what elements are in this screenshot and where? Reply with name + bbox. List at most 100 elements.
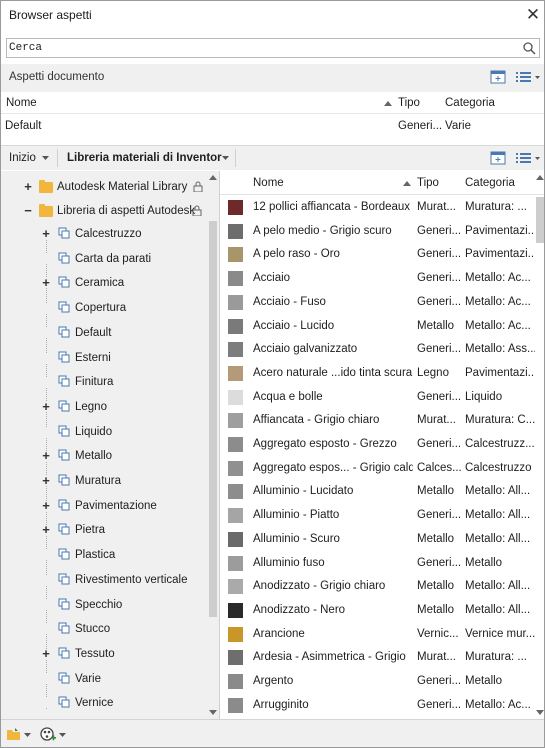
tree-category-node[interactable]: Vernice (1, 695, 207, 717)
material-list: 12 pollici affiancata - Bordeaux Murat...… (220, 171, 544, 719)
expander-icon[interactable] (41, 624, 51, 635)
tree-category-node[interactable]: + Pietra (1, 522, 207, 544)
tree-category-node[interactable]: Stucco (1, 621, 207, 643)
column-header-type[interactable]: Tipo (417, 177, 439, 189)
add-material-icon[interactable] (40, 726, 57, 743)
expander-icon[interactable] (41, 426, 51, 437)
list-item[interactable]: Arrugginito Generi... Metallo: Ac... (220, 694, 536, 718)
list-item[interactable]: Acciaio - Lucido Metallo Metallo: Ac... (220, 315, 536, 339)
open-library-icon[interactable] (6, 727, 22, 742)
close-icon[interactable]: ✕ (523, 5, 543, 25)
chevron-down-icon[interactable] (222, 156, 229, 161)
list-item[interactable]: Acciaio galvanizzato Generi... Metallo: As… (220, 338, 536, 362)
search-input[interactable] (9, 40, 509, 56)
create-appearance-icon[interactable] (490, 151, 506, 165)
tree-category-node[interactable]: Default (1, 325, 207, 347)
expander-icon[interactable]: + (41, 474, 51, 487)
tree-category-node[interactable]: + Ceramica (1, 275, 207, 297)
tree-category-node[interactable]: + Muratura (1, 473, 207, 495)
expander-icon[interactable] (41, 303, 51, 314)
list-scrollbar[interactable] (535, 195, 544, 717)
expander-icon[interactable] (41, 698, 51, 709)
list-item[interactable]: A pelo raso - Oro Generi... Pavimentazi... (220, 243, 536, 267)
list-item[interactable]: Ardesia - Asimmetrica - Grigio Murat... Mu… (220, 646, 536, 670)
tree-category-node[interactable]: + Calcestruzzo (1, 226, 207, 248)
list-item[interactable]: Alluminio - Piatto Generi... Metallo: All.… (220, 504, 536, 528)
list-item[interactable]: Acero naturale ...ido tinta scura Legno Pa… (220, 362, 536, 386)
list-item[interactable]: Acciaio Generi... Metallo: Ac... (220, 267, 536, 291)
tree-category-node[interactable]: Plastica (1, 547, 207, 569)
list-item[interactable]: Argento Generi... Metallo (220, 670, 536, 694)
list-scrollbar-thumb[interactable] (536, 197, 544, 243)
expander-icon[interactable] (41, 599, 51, 610)
expander-icon[interactable] (41, 327, 51, 338)
tree-library-node[interactable]: + Autodesk Material Library (1, 179, 207, 201)
create-appearance-icon[interactable] (490, 70, 506, 84)
tree-category-node[interactable]: Finitura (1, 374, 207, 396)
lock-icon (193, 181, 203, 192)
row-category: Varie (445, 120, 471, 132)
list-item[interactable]: Acciaio - Fuso Generi... Metallo: Ac... (220, 291, 536, 315)
breadcrumb-library[interactable]: Libreria materiali di Inventor (67, 152, 222, 164)
expander-icon[interactable] (41, 550, 51, 561)
row-category: Metallo: All... (465, 485, 531, 498)
chevron-down-icon[interactable] (42, 156, 49, 161)
expander-icon[interactable]: + (41, 227, 51, 240)
tree-category-node[interactable]: Liquido (1, 424, 207, 446)
column-header-name[interactable]: Nome (253, 177, 284, 189)
search-icon[interactable] (522, 41, 536, 55)
tree-category-node[interactable]: Carta da parati (1, 251, 207, 273)
list-item[interactable]: 12 pollici affiancata - Bordeaux Murat...… (220, 196, 536, 220)
list-item[interactable]: Anodizzato - Grigio chiaro Metallo Metallo… (220, 575, 536, 599)
view-options-icon[interactable] (515, 151, 541, 165)
view-options-icon[interactable] (515, 70, 541, 84)
expander-icon[interactable]: + (23, 180, 33, 193)
list-item[interactable]: Aggregato espos... - Grigio caldo Calces.… (220, 457, 536, 481)
expander-icon[interactable]: + (41, 523, 51, 536)
tree-scrollbar-thumb[interactable] (209, 221, 217, 617)
expander-icon[interactable]: + (41, 647, 51, 660)
tree-category-node[interactable]: + Metallo (1, 448, 207, 470)
list-item[interactable]: Anodizzato - Nero Metallo Metallo: All... (220, 599, 536, 623)
list-item[interactable]: Alluminio fuso Generi... Metallo (220, 552, 536, 576)
list-item[interactable]: Affiancata - Grigio chiaro Murat... Muratu… (220, 409, 536, 433)
table-row[interactable]: Default Generi... Varie (1, 114, 544, 138)
expander-icon[interactable] (41, 253, 51, 264)
tree-category-node[interactable]: Esterni (1, 350, 207, 372)
tree-category-node[interactable]: Copertura (1, 300, 207, 322)
tree-category-node[interactable]: Rivestimento verticale (1, 572, 207, 594)
expander-icon[interactable] (41, 352, 51, 363)
scroll-up-icon[interactable] (536, 174, 544, 180)
list-item[interactable]: Alluminio - Scuro Metallo Metallo: All... (220, 528, 536, 552)
column-header-category[interactable]: Categoria (445, 97, 495, 109)
column-header-type[interactable]: Tipo (398, 97, 420, 109)
expander-icon[interactable]: + (41, 449, 51, 462)
list-item[interactable]: Alluminio - Lucidato Metallo Metallo: All.… (220, 480, 536, 504)
scroll-down-icon[interactable] (536, 710, 544, 716)
expander-icon[interactable]: + (41, 276, 51, 289)
list-item[interactable]: A pelo medio - Grigio scuro Generi... Pavi… (220, 220, 536, 244)
tree-category-node[interactable]: + Tessuto (1, 646, 207, 668)
expander-icon[interactable] (41, 377, 51, 388)
column-header-category[interactable]: Categoria (465, 177, 515, 189)
list-item[interactable]: Aggregato esposto - Grezzo Generi... Calce… (220, 433, 536, 457)
expander-icon[interactable]: − (23, 204, 33, 217)
expander-icon[interactable] (41, 574, 51, 585)
list-item[interactable]: Arancione Vernic... Vernice mur... (220, 623, 536, 647)
scroll-up-icon[interactable] (209, 174, 217, 180)
expander-icon[interactable]: + (41, 400, 51, 413)
tree-library-node[interactable]: − Libreria di aspetti Autodesk (1, 203, 207, 225)
scroll-down-icon[interactable] (209, 710, 217, 716)
tree-category-node[interactable]: + Legno (1, 399, 207, 421)
tree-category-node[interactable]: Specchio (1, 597, 207, 619)
tree-category-node[interactable]: Varie (1, 671, 207, 693)
expander-icon[interactable] (41, 673, 51, 684)
chevron-down-icon[interactable] (24, 733, 31, 738)
column-header-name[interactable]: Nome (6, 97, 37, 109)
expander-icon[interactable]: + (41, 499, 51, 512)
list-item[interactable]: Acqua e bolle Generi... Liquido (220, 386, 536, 410)
row-category: Metallo: Ac... (465, 295, 531, 308)
breadcrumb-home[interactable]: Inizio (9, 152, 36, 164)
chevron-down-icon[interactable] (59, 733, 66, 738)
tree-category-node[interactable]: + Pavimentazione (1, 498, 207, 520)
